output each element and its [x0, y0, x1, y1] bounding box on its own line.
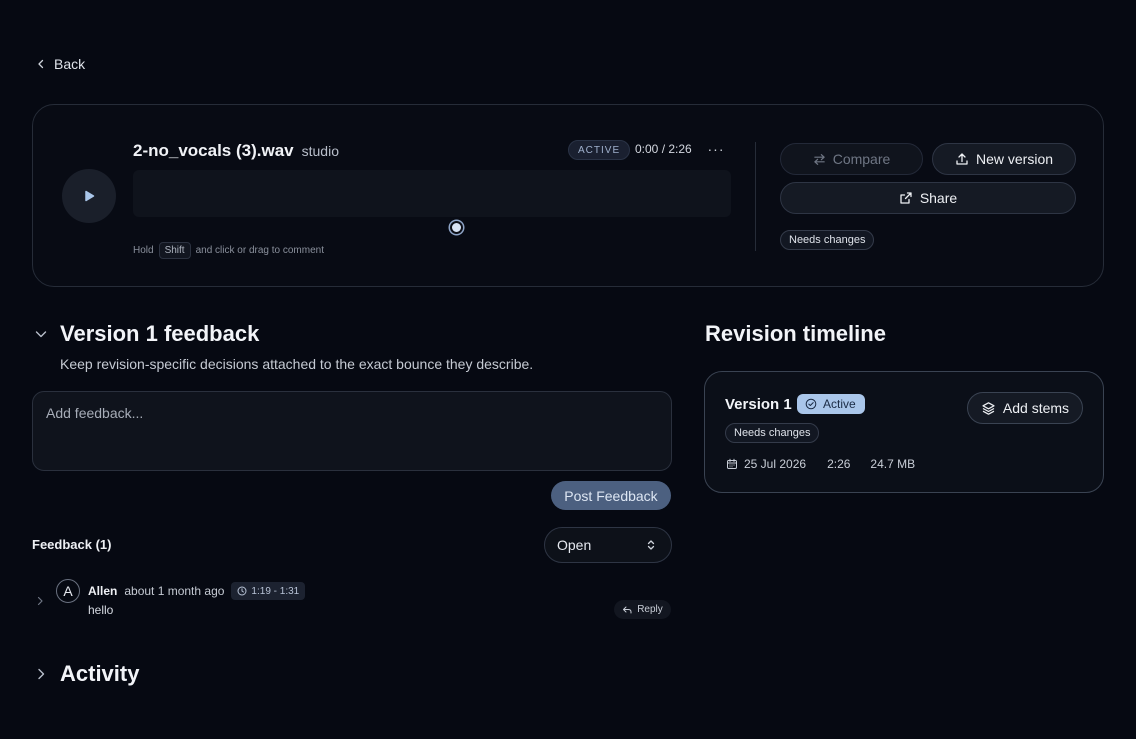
- vertical-divider: [755, 142, 756, 251]
- comment-time: about 1 month ago: [124, 584, 225, 598]
- comment-meta: Allen about 1 month ago 1:19 - 1:31: [88, 582, 306, 600]
- playhead-handle[interactable]: [450, 221, 463, 234]
- post-feedback-button[interactable]: Post Feedback: [551, 481, 671, 510]
- file-name: 2-no_vocals (3).wav: [133, 141, 294, 160]
- new-version-button[interactable]: New version: [932, 143, 1076, 175]
- compare-button[interactable]: Compare: [780, 143, 923, 175]
- project-tag: studio: [301, 143, 339, 159]
- version-name: Version 1: [725, 396, 792, 413]
- chevron-up-down-icon: [647, 540, 655, 550]
- comment-text: hello: [88, 603, 114, 617]
- layers-icon: [982, 401, 995, 415]
- comment-author: Allen: [88, 584, 118, 598]
- clock-icon: [237, 586, 247, 596]
- upload-icon: [956, 153, 968, 165]
- chevron-left-icon: [38, 59, 44, 69]
- version-date: 25 Jul 2026: [726, 457, 806, 471]
- back-link[interactable]: Back: [36, 54, 85, 74]
- play-button[interactable]: [62, 169, 116, 223]
- timestamp-range-chip[interactable]: 1:19 - 1:31: [231, 582, 306, 600]
- track-title: 2-no_vocals (3).wav studio: [133, 141, 339, 161]
- new-version-label: New version: [975, 151, 1054, 167]
- waveform[interactable]: [133, 170, 731, 217]
- player-card: 2-no_vocals (3).wav studio ACTIVE 0:00 /…: [32, 104, 1104, 287]
- version-review-tag: Needs changes: [725, 423, 820, 443]
- share-icon: [900, 192, 912, 204]
- feedback-title: Version 1 feedback: [60, 321, 260, 346]
- feedback-filter-select[interactable]: Open: [544, 527, 672, 563]
- feedback-input[interactable]: [32, 391, 672, 471]
- more-options-button[interactable]: ···: [707, 139, 725, 159]
- hint-prefix: Hold: [133, 245, 154, 256]
- hint-suffix: and click or drag to comment: [195, 245, 324, 256]
- active-label: Active: [823, 397, 856, 411]
- play-icon: [85, 190, 95, 202]
- shift-key: Shift: [158, 242, 191, 259]
- chevron-right-icon[interactable]: [35, 596, 45, 606]
- check-circle-icon: [805, 398, 817, 410]
- add-stems-label: Add stems: [1002, 400, 1070, 416]
- version-date-text: 25 Jul 2026: [744, 457, 807, 471]
- reply-button[interactable]: Reply: [614, 600, 671, 619]
- share-button[interactable]: Share: [780, 182, 1076, 214]
- swap-icon: [813, 153, 825, 165]
- version-size: 24.7 MB: [870, 457, 916, 471]
- revision-timeline-title: Revision timeline: [705, 321, 886, 346]
- reply-icon: [623, 606, 632, 613]
- back-label: Back: [54, 56, 86, 72]
- add-stems-button[interactable]: Add stems: [967, 392, 1083, 424]
- reply-label: Reply: [637, 604, 663, 615]
- avatar: A: [56, 579, 80, 603]
- feedback-section-header[interactable]: Version 1 feedback: [34, 321, 259, 347]
- calendar-icon: [727, 458, 737, 469]
- status-badge: ACTIVE: [568, 140, 631, 160]
- more-icon: ···: [707, 141, 725, 157]
- activity-title: Activity: [60, 661, 140, 686]
- active-badge: Active: [797, 394, 865, 414]
- comment-hint: Hold Shift and click or drag to comment: [133, 242, 324, 259]
- timestamp-range: 1:19 - 1:31: [251, 585, 300, 597]
- version-duration: 2:26: [827, 457, 851, 471]
- version-meta: 25 Jul 2026 2:26 24.7 MB: [726, 457, 915, 471]
- share-label: Share: [919, 190, 958, 206]
- feedback-count: Feedback (1): [32, 537, 112, 552]
- feedback-subtitle: Keep revision-specific decisions attache…: [60, 356, 534, 372]
- review-status-tag: Needs changes: [780, 230, 875, 250]
- activity-section-header[interactable]: Activity: [34, 661, 139, 687]
- chevron-down-icon: [35, 331, 47, 338]
- chevron-right-icon: [38, 668, 45, 680]
- compare-label: Compare: [832, 151, 891, 167]
- filter-value: Open: [557, 537, 592, 553]
- timecode: 0:00 / 2:26: [635, 142, 692, 156]
- version-card[interactable]: Version 1 Active Needs changes 25 Jul 20…: [704, 371, 1104, 493]
